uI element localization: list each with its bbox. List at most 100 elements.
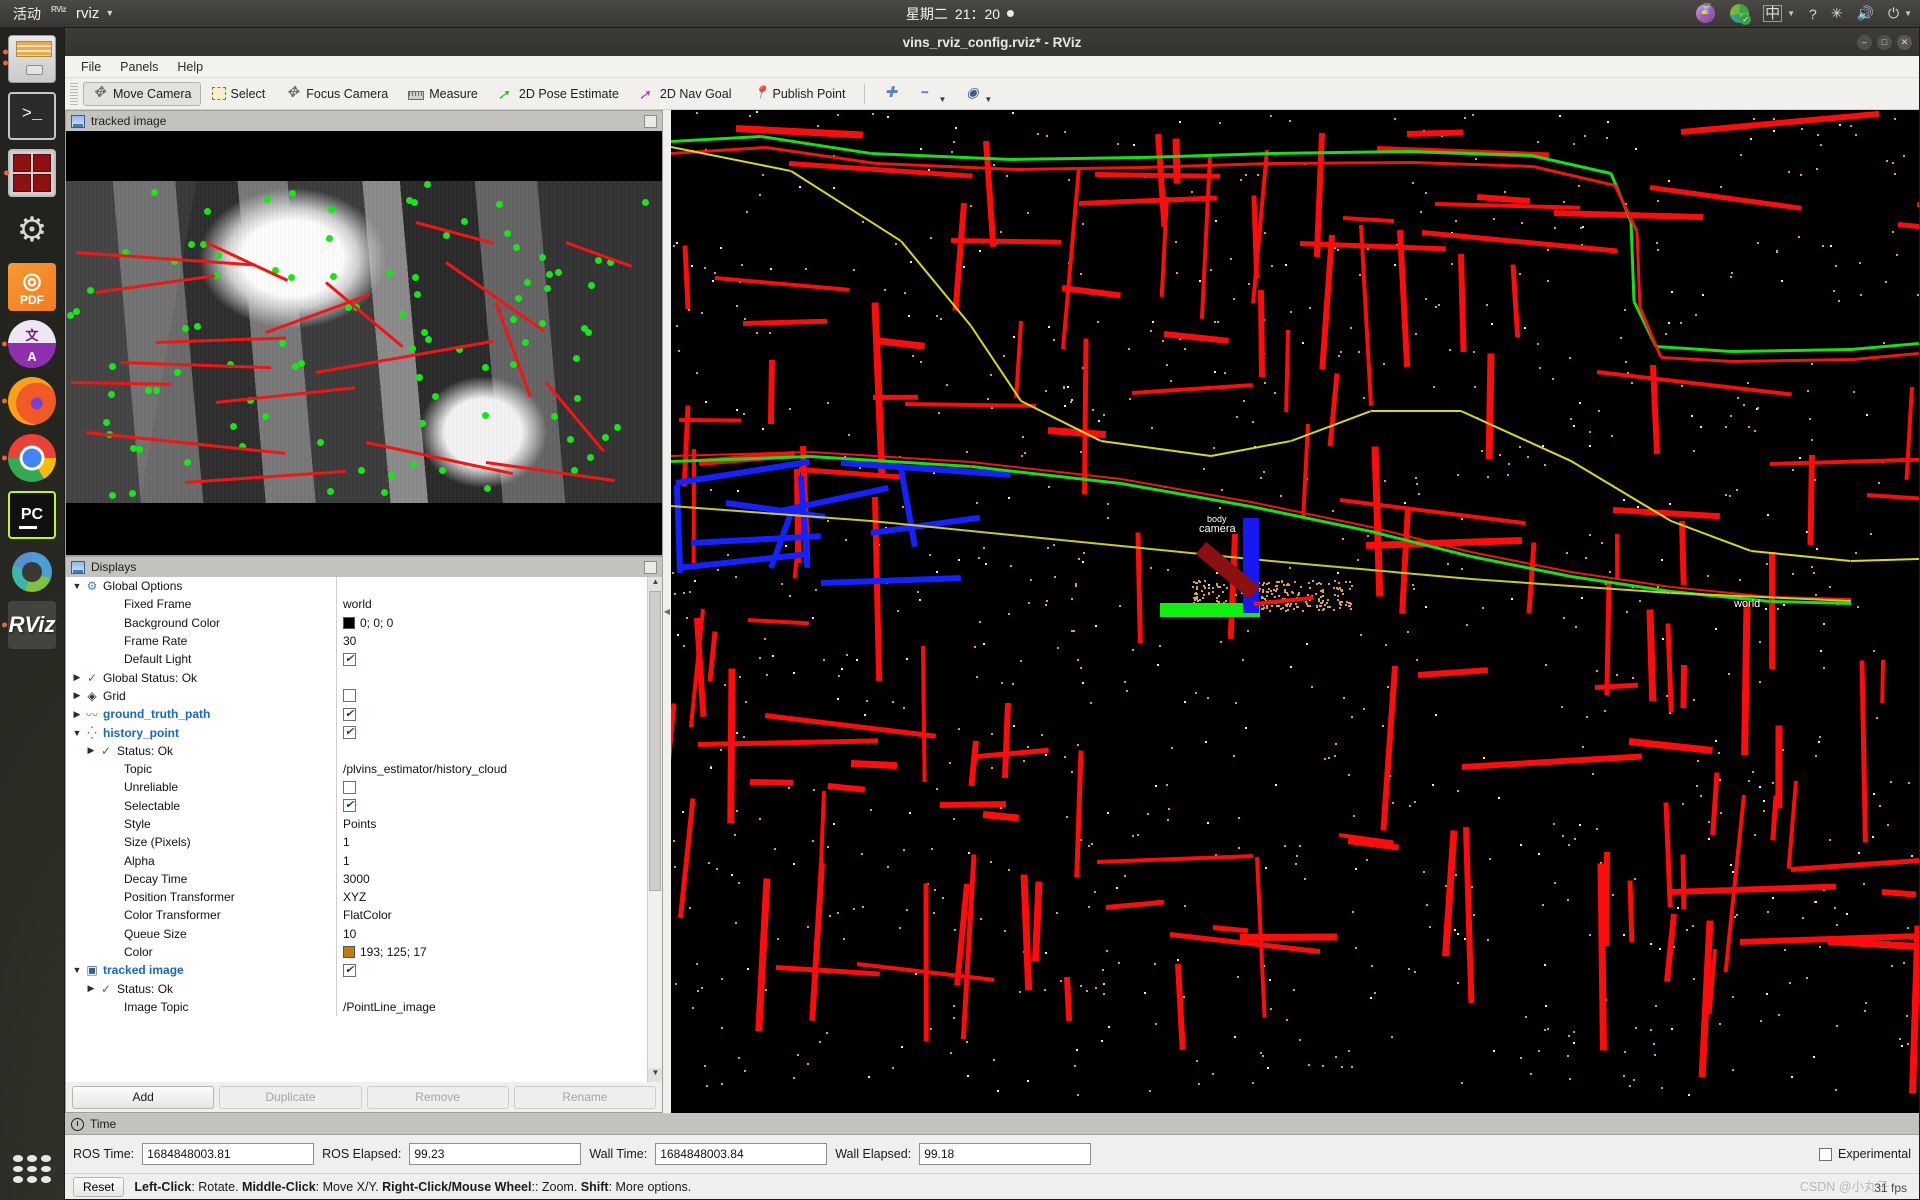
visibility-button[interactable]: ▼ [957,82,1001,106]
display-visibility-checkbox[interactable]: ✔ [343,726,356,740]
tool-measure[interactable]: Measure [399,83,487,105]
display-tree-row[interactable]: Background Color 0; 0; 0 [66,613,662,632]
expand-icon[interactable]: ▶ [84,745,98,756]
display-visibility-checkbox[interactable]: ✔ [343,963,356,977]
display-row-value[interactable]: 193; 125; 17 [336,942,662,962]
display-row-value[interactable]: ✔ [336,723,662,742]
display-row-value[interactable]: /PointLine_image [336,997,662,1017]
tool-focus-camera[interactable]: Focus Camera [276,82,397,106]
power-icon[interactable]: ⏻ [1888,5,1899,22]
display-row-value[interactable] [336,741,662,760]
dock-item-files[interactable] [3,35,56,83]
display-visibility-checkbox[interactable] [343,689,356,703]
expand-icon[interactable]: ▶ [70,690,84,701]
close-button[interactable]: ✕ [1897,34,1912,50]
sync-status-icon[interactable] [1729,4,1751,25]
float-panel-button[interactable] [644,114,657,128]
display-tree-row[interactable]: Style Points [66,814,662,834]
dock-item-terminal[interactable]: >_ [8,92,56,140]
clock[interactable]: 星期二 21：20 [906,4,1015,24]
display-tree[interactable]: ▼ ⚙ Global Options Fixed Frame world Backgrou… [66,577,662,1082]
color-swatch[interactable] [343,616,355,629]
scrollbar-thumb[interactable] [649,591,661,891]
display-visibility-checkbox[interactable]: ✔ [343,652,356,666]
display-tree-row[interactable]: Color 193; 125; 17 [66,942,662,962]
display-tree-row[interactable]: Unreliable [66,778,662,797]
display-row-value[interactable] [336,979,662,998]
menu-help[interactable]: Help [169,58,211,76]
display-row-value[interactable]: world [336,595,662,614]
dock-item-terminator[interactable] [4,149,56,197]
display-row-value[interactable]: ✔ [336,796,662,815]
collapse-icon[interactable]: ▼ [70,581,84,591]
display-visibility-checkbox[interactable]: ✔ [343,707,356,721]
display-tree-row[interactable]: Queue Size 10 [66,924,662,943]
collapse-icon[interactable]: ▼ [70,965,84,975]
display-row-value[interactable]: XYZ [336,888,662,907]
display-tree-row[interactable]: ▶ ✓ Global Status: Ok [66,668,662,687]
display-row-value[interactable]: 30 [336,631,662,651]
chevron-down-icon[interactable]: ▼ [105,8,114,18]
tool-move-camera[interactable]: Move Camera [83,81,201,106]
collapse-icon[interactable]: ▼ [70,728,84,738]
display-tree-row[interactable]: ▶ ◈ Grid [66,686,662,706]
dock-item-rviz[interactable]: RViz [2,601,56,649]
color-swatch[interactable] [343,946,355,959]
expand-icon[interactable]: ▶ [70,672,84,683]
display-tree-row[interactable]: Size (Pixels) 1 [66,833,662,852]
input-method-icon[interactable]: 中 [1763,5,1783,22]
menu-panels[interactable]: Panels [112,58,166,76]
tool-select[interactable]: Select [203,83,275,105]
display-row-value[interactable] [336,686,662,706]
display-row-value[interactable]: /plvins_estimator/history_cloud [336,759,662,779]
tracked-image-view[interactable] [65,131,663,556]
dock-item-tools[interactable] [8,206,56,254]
activities-button[interactable]: 活动 [0,4,51,24]
display-row-value[interactable]: Points [336,814,662,834]
display-row-value[interactable] [336,577,662,596]
add-display-button[interactable]: Add [72,1085,215,1109]
display-row-value[interactable]: 1 [336,851,662,870]
display-row-value[interactable]: ✔ [336,961,662,980]
dock-item-pycharm[interactable]: PC [8,491,56,539]
add-tool-button[interactable] [875,82,909,106]
input-method-chevron-icon[interactable]: ▼ [1787,9,1795,18]
ros-elapsed-input[interactable] [409,1143,582,1165]
display-row-value[interactable]: ✔ [336,705,662,724]
display-tree-row[interactable]: Decay Time 3000 [66,869,662,889]
wall-elapsed-input[interactable] [919,1143,1092,1165]
display-tree-scrollbar[interactable]: ▲ ▼ [647,577,662,1082]
help-icon[interactable]: ? [1809,6,1817,22]
display-tree-row[interactable]: Image Topic/PointLine_image [66,997,662,1017]
wall-time-input[interactable] [655,1143,828,1165]
scroll-down-icon[interactable]: ▼ [648,1068,662,1082]
display-tree-row[interactable]: Frame Rate 30 [66,631,662,651]
display-tree-row[interactable]: Selectable ✔ [66,796,662,815]
display-tree-row[interactable]: Position Transformer XYZ [66,888,662,907]
display-row-value[interactable]: 0; 0; 0 [336,613,662,632]
tool-2d-nav-goal[interactable]: 2D Nav Goal [630,82,741,106]
dock-item-firefox[interactable] [2,377,56,425]
app-menu-name[interactable]: rviz [76,5,99,22]
maximize-button[interactable]: □ [1877,34,1892,50]
display-tree-row[interactable]: Alpha 1 [66,851,662,870]
dock-item-foxit-pdf[interactable]: PDF [8,263,56,311]
display-row-value[interactable]: ✔ [336,650,662,669]
display-tree-row[interactable]: Color Transformer FlatColor [66,906,662,925]
minimize-button[interactable]: – [1857,34,1872,50]
display-row-value[interactable]: FlatColor [336,906,662,925]
menu-file[interactable]: File [73,58,109,76]
show-applications-button[interactable] [8,1152,56,1186]
display-row-value[interactable] [336,778,662,797]
display-row-value[interactable]: 3000 [336,869,662,889]
display-tree-row[interactable]: Fixed Frame world [66,595,662,614]
display-tree-row[interactable]: ▼ ⁛ history_point ✔ [66,723,662,742]
display-tree-row[interactable]: ▼ ▣ tracked image ✔ [66,961,662,980]
display-tree-row[interactable]: Topic/plvins_estimator/history_cloud [66,759,662,779]
reset-button[interactable]: Reset [73,1176,125,1197]
display-tree-row[interactable]: ▶ ✓ Status: Ok [66,979,662,998]
panel-splitter[interactable] [663,110,671,1113]
display-tree-row[interactable]: ▶ ✓ Status: Ok [66,741,662,760]
toolbar-grip[interactable] [70,82,78,105]
scroll-up-icon[interactable]: ▲ [648,577,662,591]
